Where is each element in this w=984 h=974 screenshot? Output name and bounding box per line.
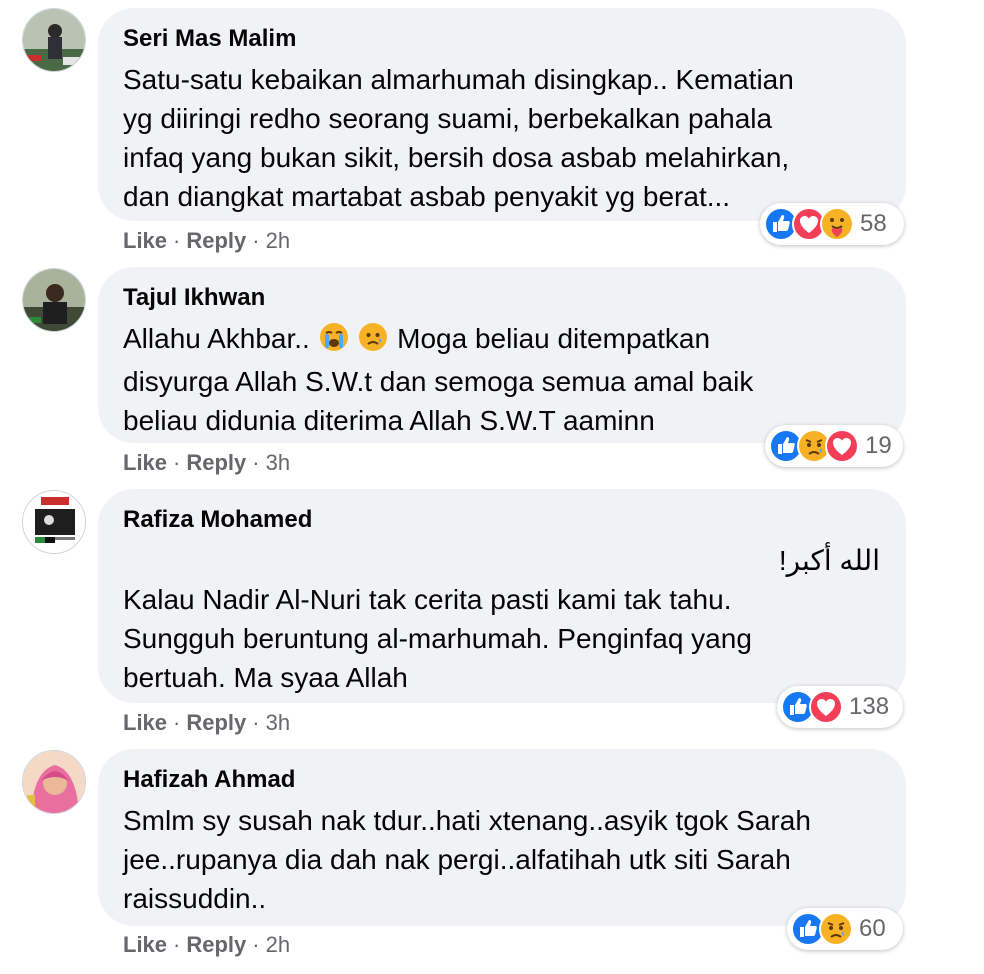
avatar[interactable] — [22, 268, 86, 332]
comment-text-line: Satu-satu kebaikan almarhumah disingkap.… — [123, 64, 794, 95]
comment-actions: Like · Reply · 2h — [123, 930, 290, 960]
like-link[interactable]: Like — [123, 932, 167, 957]
separator: · — [252, 710, 260, 735]
comment-actions: Like · Reply · 3h — [123, 708, 290, 738]
avatar[interactable] — [22, 490, 86, 554]
separator: · — [173, 228, 181, 253]
comment-text-line: yg diiringi redho seorang suami, berbeka… — [123, 103, 773, 134]
love-icon — [809, 690, 843, 724]
separator: · — [173, 450, 181, 475]
comment-author[interactable]: Hafizah Ahmad — [123, 765, 906, 795]
like-link[interactable]: Like — [123, 450, 167, 475]
sad-icon — [819, 912, 853, 946]
timestamp[interactable]: 2h — [266, 228, 290, 253]
separator: · — [173, 932, 181, 957]
reaction-count: 19 — [865, 432, 892, 459]
comment-text-line: Sungguh beruntung al-marhumah. Penginfaq… — [123, 623, 752, 654]
like-link[interactable]: Like — [123, 228, 167, 253]
reaction-count: 58 — [860, 210, 887, 237]
comment-actions: Like · Reply · 2h — [123, 226, 290, 256]
comment-text-line: Kalau Nadir Al-Nuri tak cerita pasti kam… — [123, 584, 732, 615]
comment-text-line: Allahu Akhbar.. Moga beliau ditempatkan — [123, 319, 906, 362]
comment-author[interactable]: Rafiza Mohamed — [123, 505, 906, 535]
reaction-summary[interactable]: 19 — [765, 425, 903, 467]
comment-text-line: Smlm sy susah nak tdur..hati xtenang..as… — [123, 805, 811, 836]
reaction-summary[interactable]: 60 — [787, 908, 903, 950]
reaction-count: 138 — [849, 693, 890, 720]
timestamp[interactable]: 3h — [266, 710, 290, 735]
comment-bubble: Tajul Ikhwan Allahu Akhbar.. Moga beliau… — [98, 267, 906, 443]
separator: · — [173, 710, 181, 735]
reply-link[interactable]: Reply — [186, 932, 246, 957]
comment-actions: Like · Reply · 3h — [123, 448, 290, 478]
love-icon — [825, 429, 859, 463]
timestamp[interactable]: 2h — [266, 932, 290, 957]
comment-text-line: disyurga Allah S.W.t dan semoga semua am… — [123, 366, 754, 397]
timestamp[interactable]: 3h — [266, 450, 290, 475]
comment-text-segment: Allahu Akhbar.. — [123, 323, 310, 354]
comment-author[interactable]: Tajul Ikhwan — [123, 283, 906, 313]
comment-text-line: الله أكبر! — [778, 545, 880, 576]
separator: · — [252, 450, 260, 475]
comment-text-line: jee..rupanya dia dah nak pergi..alfatiha… — [123, 844, 791, 875]
care-icon — [820, 207, 854, 241]
loudly-crying-face-icon — [319, 322, 349, 362]
reply-link[interactable]: Reply — [186, 710, 246, 735]
comment-author[interactable]: Seri Mas Malim — [123, 24, 906, 54]
separator: · — [252, 932, 260, 957]
avatar[interactable] — [22, 8, 86, 72]
comment-text-line: raissuddin.. — [123, 883, 267, 914]
separator: · — [252, 228, 260, 253]
reaction-summary[interactable]: 138 — [777, 686, 903, 728]
comment-text-segment: Moga beliau ditempatkan — [397, 323, 711, 354]
comment-bubble: Rafiza Mohamed الله أكبر! Kalau Nadir Al… — [98, 489, 906, 703]
avatar[interactable] — [22, 750, 86, 814]
reply-link[interactable]: Reply — [186, 228, 246, 253]
reply-link[interactable]: Reply — [186, 450, 246, 475]
reaction-summary[interactable]: 58 — [760, 203, 904, 245]
comment-bubble: Seri Mas Malim Satu-satu kebaikan almarh… — [98, 8, 906, 221]
like-link[interactable]: Like — [123, 710, 167, 735]
comment-bubble: Hafizah Ahmad Smlm sy susah nak tdur..ha… — [98, 749, 906, 926]
reaction-count: 60 — [859, 915, 886, 942]
comment-text-line: infaq yang bukan sikit, bersih dosa asba… — [123, 142, 790, 173]
sad-relieved-face-icon — [358, 322, 388, 362]
